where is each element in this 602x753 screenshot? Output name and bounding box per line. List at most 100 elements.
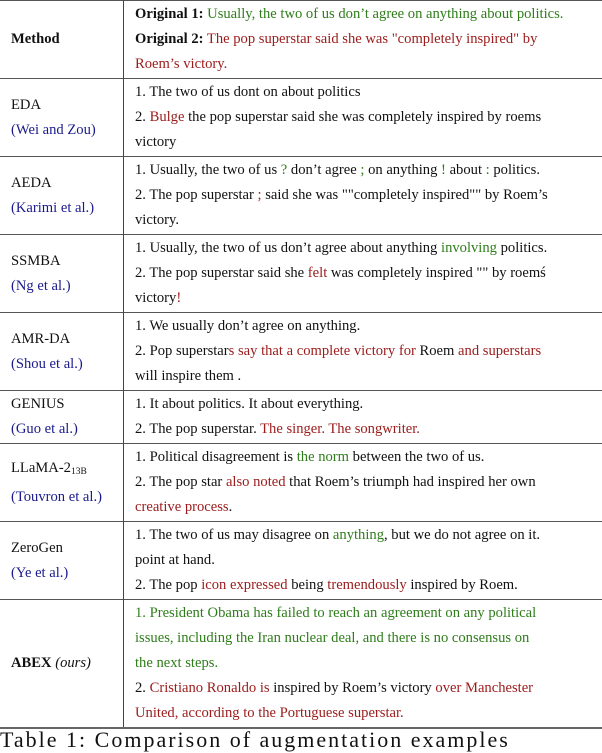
text: 2. The pop superstar said she [135,265,308,281]
text: 1. Political disagreement is [135,449,297,465]
changed-text: tremendously [327,577,406,593]
header-row: Method Original 1: Usually, the two of u… [0,1,602,79]
text: on anything [364,162,441,178]
examples-cell: 1. Usually, the two of us ? don’t agree … [124,157,602,235]
text: 2. Pop superstar [135,343,229,359]
example-2-cont: creative process. [135,495,602,520]
changed-text: Bulge [150,109,185,125]
examples-cell: 1. The two of us dont on about politics … [124,79,602,157]
text: 2. The pop superstar [135,187,258,203]
text: , but we do not agree on it. [384,527,540,543]
example-2: 2. Cristiano Ronaldo is inspired by Roem… [135,676,602,701]
example-2-cont: victory. [135,208,602,233]
method-name: EDA [11,93,123,118]
method-citation[interactable]: (Ye et al.) [11,561,123,586]
example-2: 2. The pop superstar. The singer. The so… [135,417,602,442]
method-citation[interactable]: (Karimi et al.) [11,196,123,221]
table-row-ssmba: SSMBA (Ng et al.) 1. Usually, the two of… [0,235,602,313]
example-2: 2. The pop superstar said she felt was c… [135,261,602,286]
changed-text: felt [308,265,327,281]
method-citation[interactable]: (Shou et al.) [11,352,123,377]
method-header: Method [11,31,60,47]
example-1: 1. Usually, the two of us ? don’t agree … [135,158,602,183]
example-2-cont: will inspire them . [135,364,602,389]
examples-cell: 1. We usually don’t agree on anything. 2… [124,313,602,391]
changed-text: the norm [297,449,349,465]
method-citation[interactable]: (Guo et al.) [11,417,123,442]
table-row-genius: GENIUS (Guo et al.) 1. It about politics… [0,391,602,444]
changed-text: creative process [135,499,229,515]
method-citation[interactable]: (Touvron et al.) [11,485,123,510]
originals-cell: Original 1: Usually, the two of us don’t… [124,1,602,79]
table-row-llama-2: LLaMA-213B (Touvron et al.) 1. Political… [0,444,602,522]
method-cell: EDA (Wei and Zou) [0,79,124,157]
changed-text: over Manchester [435,680,533,696]
method-name: GENIUS [11,392,123,417]
changed-text: ! [176,290,181,306]
text: 2. The pop star [135,474,226,490]
method-name: AMR-DA [11,327,123,352]
method-name: SSMBA [11,249,123,274]
method-citation[interactable]: (Wei and Zou) [11,118,123,143]
original-2-label: Original 2: [135,31,204,47]
example-1: 1. The two of us dont on about politics [135,80,602,105]
text: inspired by Roem. [407,577,518,593]
changed-text: and superstars [458,343,541,359]
examples-cell: 1. It about politics. It about everythin… [124,391,602,444]
original-2: Original 2: The pop superstar said she w… [135,27,602,52]
example-2: 2. The pop icon expressed being tremendo… [135,573,602,598]
changed-text: The singer. The songwriter. [260,421,420,437]
table-row-eda: EDA (Wei and Zou) 1. The two of us dont … [0,79,602,157]
text: about [446,162,486,178]
method-name: AEDA [11,171,123,196]
example-1: 1. Usually, the two of us don’t agree ab… [135,236,602,261]
example-2: 2. Pop superstars say that a complete vi… [135,339,602,364]
text: 1. Usually, the two of us [135,162,281,178]
text: ABEX [11,655,52,671]
example-2: 2. The pop star also noted that Roem’s t… [135,470,602,495]
text: inspired by Roem’s victory [270,680,436,696]
method-cell: GENIUS (Guo et al.) [0,391,124,444]
examples-cell: 1. The two of us may disagree on anythin… [124,522,602,600]
text: 2. The pop [135,577,201,593]
text: politics. [497,240,547,256]
example-1: 1. Political disagreement is the norm be… [135,445,602,470]
examples-cell: 1. Political disagreement is the norm be… [124,444,602,522]
changed-text: also noted [226,474,286,490]
example-1-cont: issues, including the Iran nuclear deal,… [135,626,602,651]
text: 2. [135,109,150,125]
method-cell: ABEX (ours) [0,600,124,729]
model-size-subscript: 13B [71,467,87,477]
method-name: ABEX (ours) [11,651,123,676]
example-1-cont: the next steps. [135,651,602,676]
text: 2. The pop superstar. [135,421,260,437]
changed-text: icon expressed [201,577,287,593]
example-2: 2. Bulge the pop superstar said she was … [135,105,602,130]
table-caption: Table 1: Comparison of augmentation exam… [0,727,510,753]
table-row-abex: ABEX (ours) 1. President Obama has faile… [0,600,602,729]
example-2: 2. The pop superstar ; said she was ""co… [135,183,602,208]
changed-text: involving [441,240,497,256]
examples-cell: 1. Usually, the two of us don’t agree ab… [124,235,602,313]
example-2-cont: victory! [135,286,602,311]
text: said she was ""completely inspired"" by … [262,187,548,203]
text: LLaMA-2 [11,460,71,476]
table-row-zerogen: ZeroGen (Ye et al.) 1. The two of us may… [0,522,602,600]
example-1: 1. It about politics. It about everythin… [135,392,602,417]
method-cell: AEDA (Karimi et al.) [0,157,124,235]
text: politics. [490,162,540,178]
method-cell: LLaMA-213B (Touvron et al.) [0,444,124,522]
example-2-cont: victory [135,130,602,155]
original-1: Original 1: Usually, the two of us don’t… [135,2,602,27]
original-1-text: Usually, the two of us don’t agree on an… [204,6,564,22]
text: being [288,577,328,593]
changed-text: anything [333,527,384,543]
example-1: 1. The two of us may disagree on anythin… [135,523,602,548]
changed-text: s say that a complete victory for [229,343,416,359]
method-citation[interactable]: (Ng et al.) [11,274,123,299]
method-cell: SSMBA (Ng et al.) [0,235,124,313]
original-2-text: The pop superstar said she was "complete… [204,31,538,47]
changed-text: Cristiano Ronaldo is [150,680,270,696]
text: 2. [135,680,150,696]
comparison-table: Method Original 1: Usually, the two of u… [0,0,602,729]
